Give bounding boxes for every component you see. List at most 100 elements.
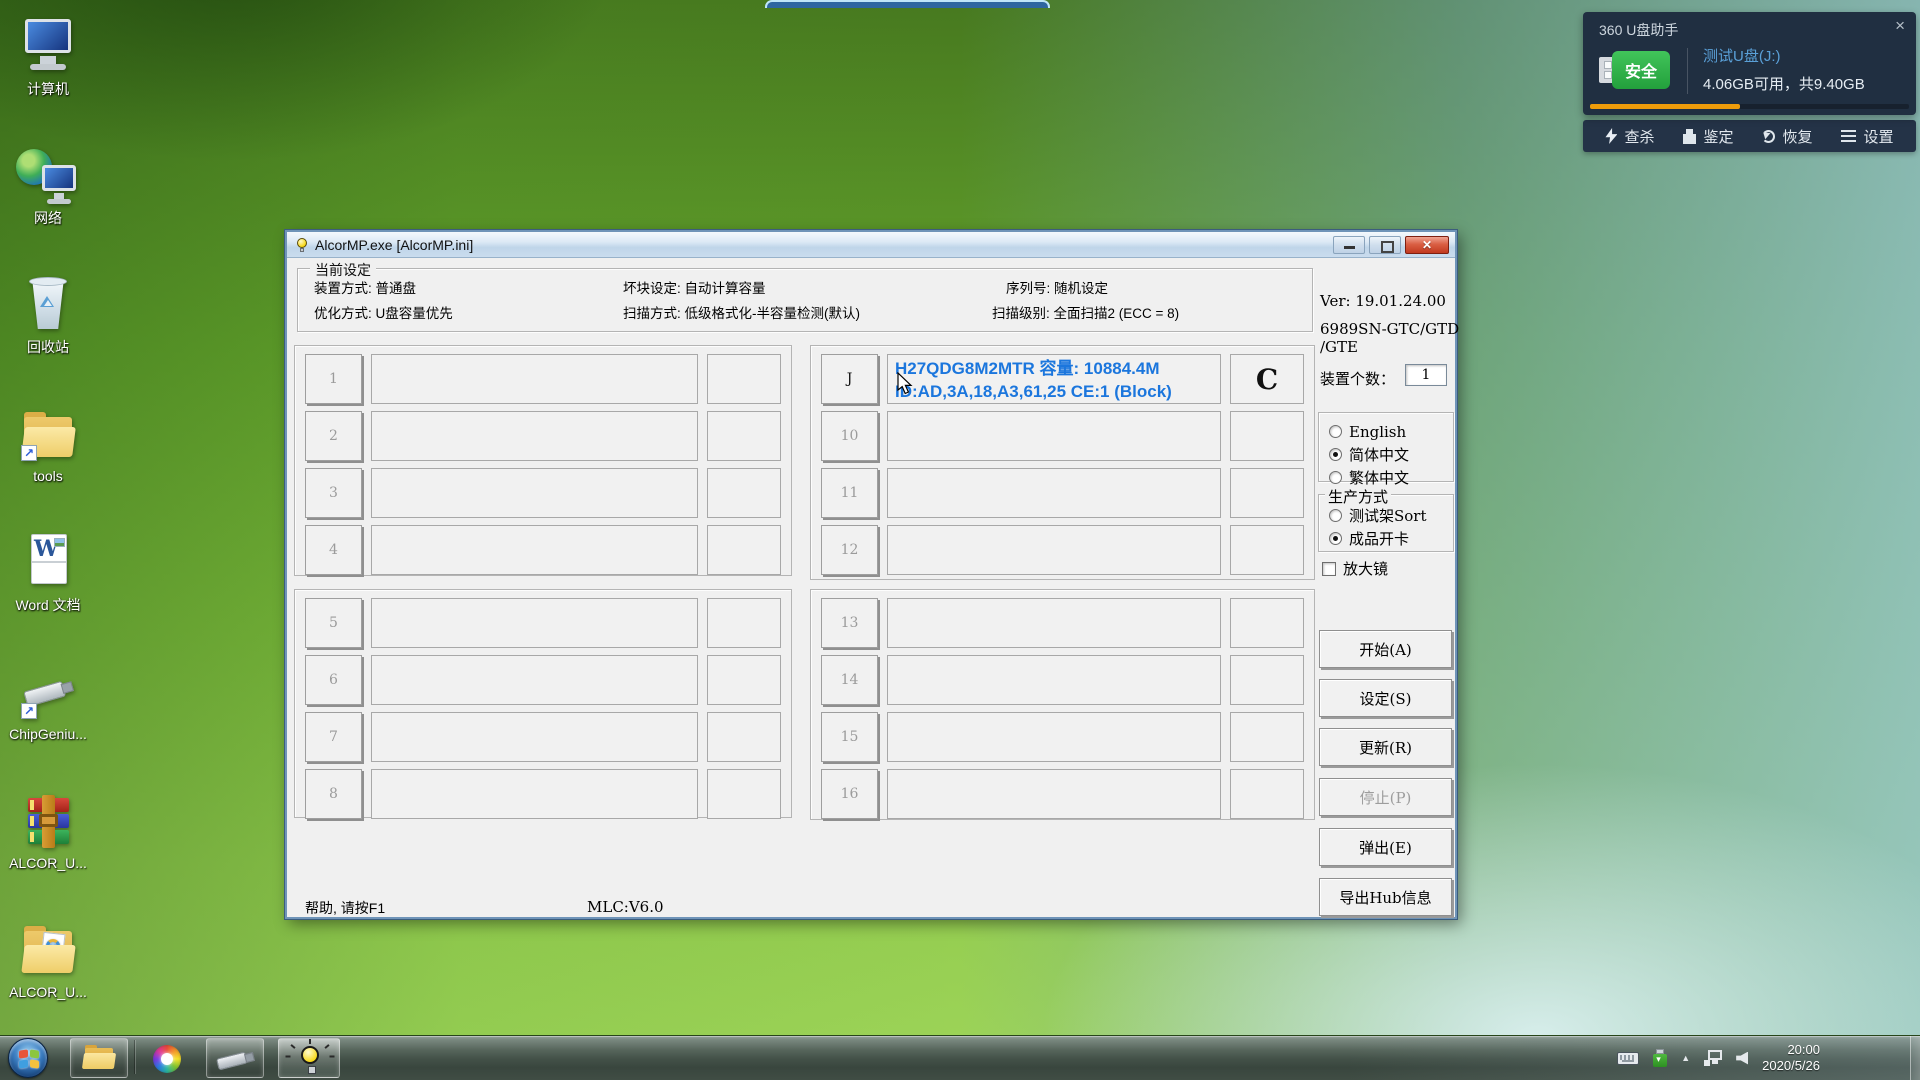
desktop-icon-tools[interactable]: ↗ tools [2, 401, 94, 513]
drive-grade-box: C [1230, 354, 1304, 404]
identify-action-button[interactable]: 鉴定 [1683, 126, 1733, 147]
app-bulb-icon [295, 238, 309, 252]
slot-status-box [371, 354, 698, 404]
language-option-english[interactable]: English [1329, 420, 1453, 443]
popup-close-icon[interactable]: × [1895, 16, 1905, 36]
tray-clock[interactable]: 20:00 2020/5/26 [1762, 1042, 1820, 1074]
slot-button[interactable]: 16 [821, 769, 878, 819]
alcormp-window: AlcorMP.exe [AlcorMP.ini] 当前设定 装置方式: 普通盘… [285, 230, 1457, 919]
maximize-button[interactable] [1369, 236, 1401, 254]
language-option-simplified[interactable]: 简体中文 [1329, 443, 1453, 466]
magnifier-checkbox-row[interactable]: 放大镜 [1322, 558, 1388, 579]
right-panel: Ver: 19.01.24.00 6989SN-GTC/GTD /GTE 装置个… [1318, 258, 1457, 917]
slot-button[interactable]: 5 [305, 598, 362, 648]
network-status-icon[interactable] [1704, 1050, 1722, 1066]
drive-row: 8 [305, 769, 781, 819]
360-usb-assistant-popup: 360 U盘助手 × 安全 测试U盘(J:) 4.06GB可用，共9.40GB … [1583, 12, 1916, 152]
window-titlebar[interactable]: AlcorMP.exe [AlcorMP.ini] [287, 232, 1455, 258]
slot-letter-box [1230, 598, 1304, 648]
start-button[interactable] [8, 1038, 48, 1078]
slot-button[interactable]: 11 [821, 468, 878, 518]
slot-button[interactable]: J [821, 354, 878, 404]
desktop-icon-alcor-folder[interactable]: ALCOR_U... [2, 917, 94, 1029]
slot-status-box [887, 598, 1221, 648]
divider [1687, 48, 1688, 94]
current-settings-groupbox: 当前设定 装置方式: 普通盘 坏块设定: 自动计算容量 序列号: 随机设定 优化… [297, 268, 1313, 332]
checkbox-icon[interactable] [1322, 562, 1336, 576]
taskbar-usb-tool-button[interactable] [206, 1038, 264, 1078]
slot-letter-box [707, 411, 781, 461]
volume-icon[interactable] [1736, 1052, 1748, 1065]
version-text: Ver: 19.01.24.00 [1320, 292, 1446, 310]
statusbar-mlc-text: MLC:V6.0 [587, 898, 664, 916]
action-label: 鉴定 [1703, 126, 1733, 147]
restore-action-button[interactable]: 恢复 [1762, 126, 1812, 147]
production-option-final[interactable]: 成品开卡 [1329, 527, 1453, 550]
settings-list-icon [1841, 130, 1856, 142]
minimize-button[interactable] [1333, 236, 1365, 254]
slot-button[interactable]: 1 [305, 354, 362, 404]
restore-icon [1762, 130, 1775, 143]
setting-optimize: 优化方式: U盘容量优先 [314, 302, 453, 322]
slot-letter-box [707, 655, 781, 705]
radio-label: English [1349, 423, 1406, 441]
safely-remove-usb-icon[interactable] [1653, 1049, 1667, 1067]
export-hub-button[interactable]: 导出Hub信息 [1319, 878, 1452, 916]
drive-row: 5 [305, 598, 781, 648]
eject-button[interactable]: 弹出(E) [1319, 828, 1452, 866]
taskbar-browser-button[interactable] [142, 1038, 194, 1078]
taskbar-alcormp-button[interactable] [278, 1038, 340, 1078]
settings-button[interactable]: 设定(S) [1319, 679, 1452, 717]
slot-button[interactable]: 10 [821, 411, 878, 461]
radio-icon[interactable] [1329, 471, 1342, 484]
scan-action-button[interactable]: 查杀 [1605, 126, 1654, 147]
desktop-icon-alcor-rar[interactable]: ALCOR_U... [2, 788, 94, 900]
radio-icon-checked[interactable] [1329, 448, 1342, 461]
drive-row: 3 [305, 468, 781, 518]
settings-action-button[interactable]: 设置 [1841, 126, 1893, 147]
start-button[interactable]: 开始(A) [1319, 630, 1452, 668]
taskbar-explorer-button[interactable] [70, 1038, 128, 1078]
desktop-icon-computer[interactable]: 计算机 [2, 14, 94, 126]
slot-button[interactable]: 14 [821, 655, 878, 705]
desktop-icon-label: ALCOR_U... [2, 855, 94, 872]
refresh-button[interactable]: 更新(R) [1319, 728, 1452, 766]
show-desktop-button[interactable] [1910, 1036, 1920, 1080]
input-method-keyboard-icon[interactable] [1617, 1052, 1639, 1065]
desktop-icon-word-doc[interactable]: W Word 文档 [2, 530, 94, 642]
recycle-bin-icon [16, 272, 80, 336]
slot-button[interactable]: 6 [305, 655, 362, 705]
device-count-input[interactable] [1405, 364, 1447, 386]
radio-icon[interactable] [1329, 425, 1342, 438]
slot-status-box [371, 769, 698, 819]
production-option-sort[interactable]: 测试架Sort [1329, 504, 1453, 527]
safe-badge-label: 安全 [1612, 51, 1670, 89]
slot-button[interactable]: 13 [821, 598, 878, 648]
desktop-icon-network[interactable]: 网络 [2, 143, 94, 255]
setting-serial: 序列号: 随机设定 [1006, 277, 1108, 297]
desktop-icon-label: 回收站 [2, 339, 94, 356]
desktop-icon-recycle-bin[interactable]: 回收站 [2, 272, 94, 384]
slot-button[interactable]: 4 [305, 525, 362, 575]
desktop-icon-chipgenius[interactable]: ↗ ChipGeniu... [2, 659, 94, 771]
close-button[interactable] [1405, 236, 1449, 254]
slot-button[interactable]: 7 [305, 712, 362, 762]
radio-icon-checked[interactable] [1329, 532, 1342, 545]
window-title: AlcorMP.exe [AlcorMP.ini] [315, 237, 473, 253]
background-window-top-edge[interactable] [765, 0, 1050, 8]
slot-button[interactable]: 12 [821, 525, 878, 575]
drive-slot-group-3: J H27QDG8M2MTR 容量: 10884.4M ID:AD,3A,18,… [810, 345, 1315, 580]
radio-label: 测试架Sort [1349, 505, 1427, 526]
clock-date: 2020/5/26 [1762, 1058, 1820, 1074]
model-line1: 6989SN-GTC/GTD [1320, 320, 1459, 338]
bulb-icon [301, 1046, 319, 1064]
tray-expand-arrow-icon[interactable]: ▲ [1681, 1053, 1690, 1063]
drive-info-line2: ID:AD,3A,18,A3,61,25 CE:1 (Block) [895, 380, 1220, 403]
slot-button[interactable]: 15 [821, 712, 878, 762]
browser-icon [153, 1045, 181, 1073]
slot-button[interactable]: 3 [305, 468, 362, 518]
slot-button[interactable]: 8 [305, 769, 362, 819]
slot-letter-box [707, 354, 781, 404]
radio-icon[interactable] [1329, 509, 1342, 522]
slot-button[interactable]: 2 [305, 411, 362, 461]
